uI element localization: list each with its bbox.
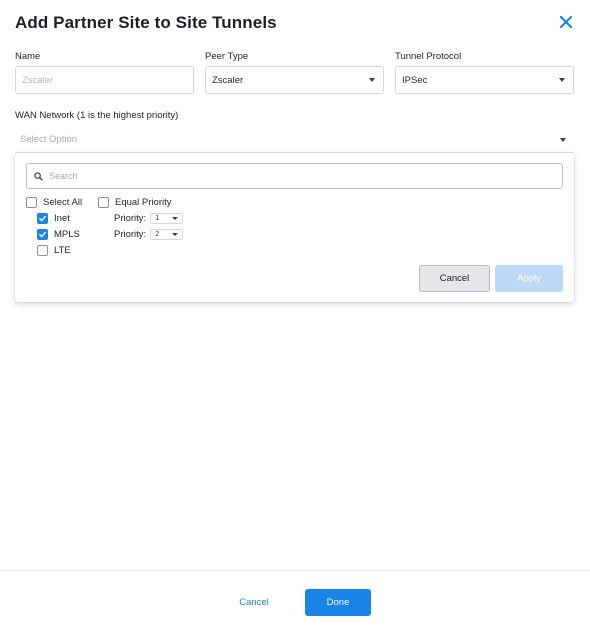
mpls-priority: Priority: 2 bbox=[114, 229, 184, 240]
inet-checkbox[interactable] bbox=[37, 213, 48, 224]
equal-priority-label: Equal Priority bbox=[115, 197, 172, 208]
wan-network-placeholder: Select Option bbox=[20, 134, 78, 145]
wan-network-select[interactable]: Select Option bbox=[15, 127, 574, 153]
close-button[interactable] bbox=[556, 12, 576, 32]
select-all-option[interactable]: Select All bbox=[26, 197, 82, 208]
select-all-checkbox[interactable] bbox=[26, 197, 37, 208]
priority-label: Priority: bbox=[114, 229, 147, 240]
chevron-down-icon bbox=[172, 217, 179, 220]
name-label: Name bbox=[15, 51, 41, 62]
wan-option-mpls[interactable]: MPLS bbox=[37, 229, 80, 240]
peer-type-select[interactable]: Zscaler bbox=[205, 66, 384, 94]
mpls-checkbox[interactable] bbox=[37, 229, 48, 240]
wan-option-lte[interactable]: LTE bbox=[37, 245, 71, 256]
priority-label: Priority: bbox=[114, 213, 147, 224]
mpls-priority-value: 2 bbox=[155, 231, 160, 238]
dialog-footer: Cancel Done bbox=[0, 570, 590, 630]
add-partner-site-dialog: Add Partner Site to Site Tunnels Name Pe… bbox=[0, 0, 590, 630]
tunnel-protocol-label: Tunnel Protocol bbox=[395, 51, 462, 62]
close-icon bbox=[559, 15, 573, 29]
checkmark-icon bbox=[39, 215, 47, 222]
mpls-label: MPLS bbox=[54, 229, 80, 240]
chevron-down-icon bbox=[559, 78, 565, 82]
tunnel-protocol-value: IPSec bbox=[402, 74, 428, 86]
done-button[interactable]: Done bbox=[305, 589, 371, 616]
chevron-down-icon bbox=[560, 137, 566, 142]
tunnel-protocol-select[interactable]: IPSec bbox=[395, 66, 574, 94]
dropdown-apply-button[interactable]: Apply bbox=[495, 265, 563, 292]
inet-priority-select[interactable]: 1 bbox=[150, 213, 184, 224]
cancel-button[interactable]: Cancel bbox=[228, 592, 280, 612]
lte-label: LTE bbox=[54, 245, 71, 256]
chevron-down-icon bbox=[369, 78, 375, 82]
dialog-title: Add Partner Site to Site Tunnels bbox=[15, 13, 277, 32]
equal-priority-checkbox[interactable] bbox=[98, 197, 109, 208]
wan-option-inet[interactable]: Inet bbox=[37, 213, 70, 224]
search-input[interactable] bbox=[49, 171, 529, 181]
peer-type-label: Peer Type bbox=[205, 51, 249, 62]
mpls-priority-select[interactable]: 2 bbox=[150, 229, 184, 240]
wan-network-label: WAN Network (1 is the highest priority) bbox=[15, 110, 179, 121]
inet-priority: Priority: 1 bbox=[114, 213, 184, 224]
chevron-down-icon bbox=[172, 233, 179, 236]
select-all-label: Select All bbox=[43, 197, 83, 208]
equal-priority-option[interactable]: Equal Priority bbox=[98, 197, 172, 208]
inet-label: Inet bbox=[54, 213, 70, 224]
checkmark-icon bbox=[39, 231, 47, 238]
name-input[interactable] bbox=[15, 66, 194, 94]
lte-checkbox[interactable] bbox=[37, 245, 48, 256]
dropdown-cancel-button[interactable]: Cancel bbox=[419, 265, 490, 292]
search-icon bbox=[34, 171, 43, 181]
peer-type-value: Zscaler bbox=[212, 74, 244, 86]
wan-network-dropdown: Select All Equal Priority Inet Priority:… bbox=[15, 153, 574, 302]
search-field[interactable] bbox=[26, 163, 563, 189]
inet-priority-value: 1 bbox=[155, 215, 160, 222]
